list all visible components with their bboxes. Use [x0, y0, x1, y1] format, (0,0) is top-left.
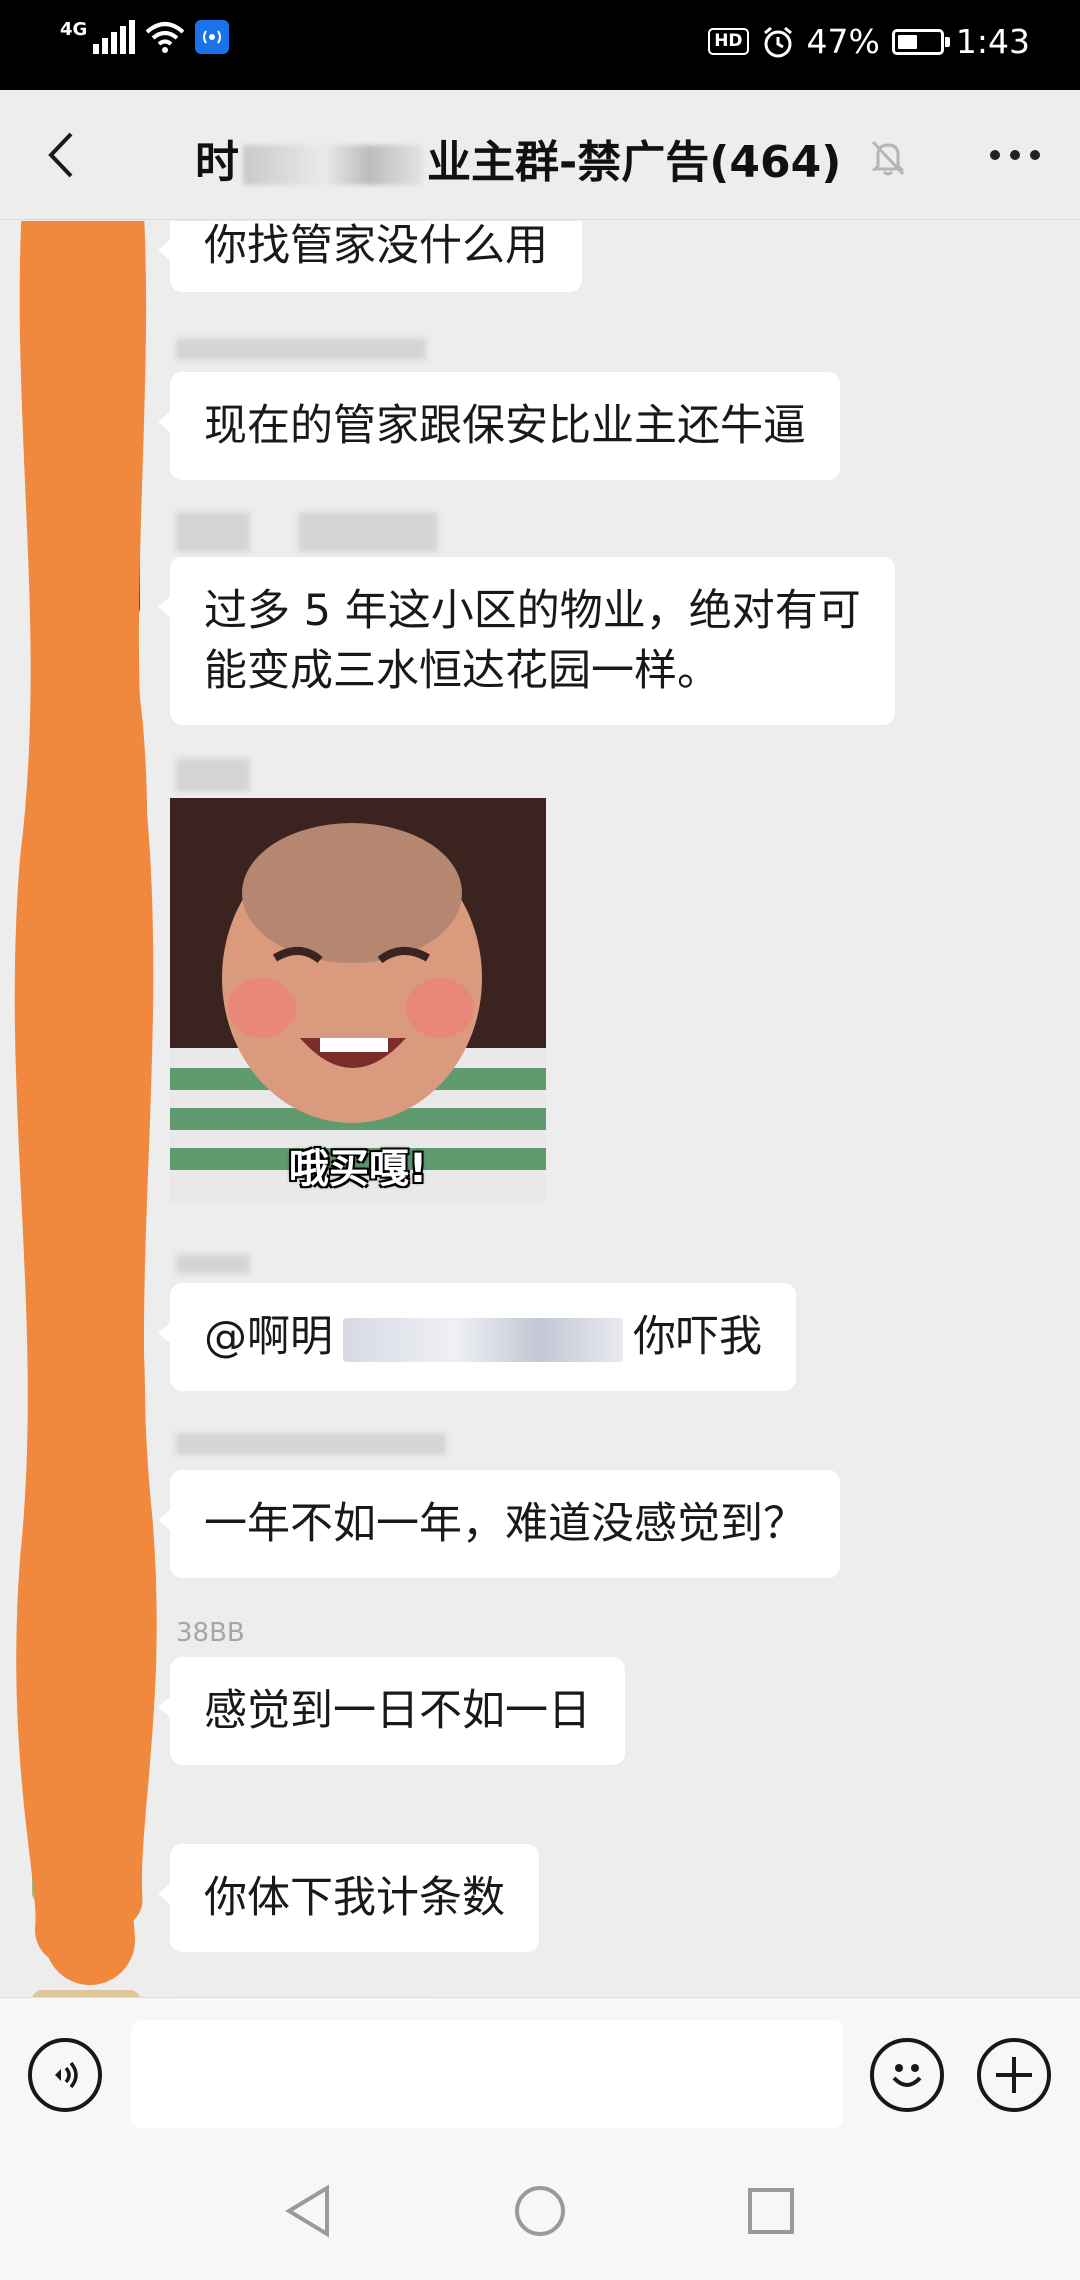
message-canvas: 你找管家没什么用 现在的管家跟保安比业主还牛逼 过多 5 年这小区的物业，绝对有… [0, 221, 1080, 1997]
chat-title: 时 业主群-禁广告(464) [195, 126, 841, 190]
message-text: 你体下我计条数 [204, 1873, 505, 1923]
chat-header: 时 业主群-禁广告(464) [0, 90, 1080, 220]
voice-button[interactable] [28, 2038, 102, 2112]
status-left: 4G [60, 19, 230, 54]
avatar[interactable] [32, 510, 140, 618]
input-bar [0, 1997, 1080, 2149]
chat-title-suffix: 业主群-禁广告(464) [427, 137, 842, 188]
voice-icon [55, 2061, 78, 2089]
back-arrow-icon [48, 132, 73, 178]
sender-name [176, 1248, 258, 1278]
message-bubble[interactable]: 你体下我计条数 [158, 1844, 539, 1952]
message-input[interactable] [131, 2020, 843, 2128]
avatar[interactable] [32, 1418, 140, 1526]
message-bubble[interactable]: 现在的管家跟保安比业主还牛逼 [158, 372, 840, 480]
sticker-image[interactable]: 哦买嘎! [170, 798, 546, 1202]
message-bubble[interactable]: 感觉到一日不如一日 [158, 1657, 625, 1765]
avatar[interactable] [32, 221, 140, 258]
nav-home-button[interactable] [510, 2181, 570, 2241]
message-bubble[interactable]: 一年不如一年，难道没感觉到？ [158, 1470, 840, 1578]
message-text-line: 能变成三水恒达花园一样。 [204, 646, 720, 696]
chat-title-prefix: 时 [195, 137, 239, 188]
circle-home-icon [515, 2186, 565, 2236]
nav-back-button[interactable] [278, 2181, 338, 2241]
system-navigation-bar [0, 2149, 1080, 2280]
sticker-caption: 哦买嘎! [288, 1146, 428, 1192]
message-bubble[interactable]: @啊明 你吓我 [158, 1283, 796, 1391]
avatar[interactable] [32, 318, 140, 426]
sender-name: 38BB [176, 1618, 245, 1648]
chat-title-group: 时 业主群-禁广告(464) [195, 126, 907, 190]
more-dot-icon [1030, 150, 1040, 160]
mention-text[interactable]: @啊明 [204, 1312, 333, 1362]
message-text: 现在的管家跟保安比业主还牛逼 [204, 401, 806, 451]
clock: 1:43 [955, 22, 1030, 61]
sender-name [176, 333, 434, 363]
sender-name [176, 512, 446, 552]
nav-recents-button[interactable] [741, 2181, 801, 2241]
redacted-block [343, 1317, 623, 1362]
square-recents-icon [748, 2188, 794, 2234]
wifi-icon [145, 22, 185, 53]
message-bubble[interactable]: 过多 5 年这小区的物业，绝对有可 能变成三水恒达花园一样。 [158, 557, 895, 725]
message-list[interactable]: 你找管家没什么用 现在的管家跟保安比业主还牛逼 过多 5 年这小区的物业，绝对有… [0, 221, 1080, 1997]
message-text: 你吓我 [633, 1312, 762, 1362]
title-blur [243, 145, 423, 185]
signal-icon [93, 20, 136, 54]
more-options-button[interactable] [980, 130, 1050, 180]
more-dot-icon [990, 150, 1000, 160]
battery-icon [891, 28, 950, 55]
avatar[interactable] [32, 1230, 140, 1338]
sender-name [176, 1428, 454, 1458]
message-bubble[interactable]: 你找管家没什么用 [158, 221, 582, 292]
emoji-icon [892, 2064, 922, 2087]
network-type: 4G [60, 19, 88, 40]
back-button[interactable] [30, 120, 90, 190]
avatar[interactable] [32, 750, 140, 858]
status-bar: 4G HD 47% 1:43 [0, 0, 1080, 90]
hd-badge: HD [708, 28, 749, 55]
hotspot-icon [195, 20, 230, 54]
mute-bell-icon [871, 140, 905, 176]
status-right: HD 47% 1:43 [708, 22, 1030, 61]
sender-name [176, 758, 258, 792]
avatar[interactable] [32, 1608, 140, 1716]
emoji-button[interactable] [870, 2038, 944, 2112]
message-text: 一年不如一年，难道没感觉到？ [204, 1499, 806, 1549]
message-text: 你找管家没什么用 [204, 221, 548, 271]
avatar[interactable] [32, 1990, 140, 1997]
plus-icon [996, 2057, 1032, 2093]
triangle-back-icon [285, 2184, 329, 2238]
more-functions-button[interactable] [977, 2038, 1051, 2112]
battery-level [897, 34, 917, 49]
alarm-icon [763, 26, 792, 57]
battery-percent: 47% [806, 22, 880, 61]
more-dot-icon [1010, 150, 1020, 160]
message-text-line: 过多 5 年这小区的物业，绝对有可 [204, 586, 861, 636]
avatar[interactable] [32, 1795, 140, 1903]
message-text: 感觉到一日不如一日 [204, 1686, 591, 1736]
